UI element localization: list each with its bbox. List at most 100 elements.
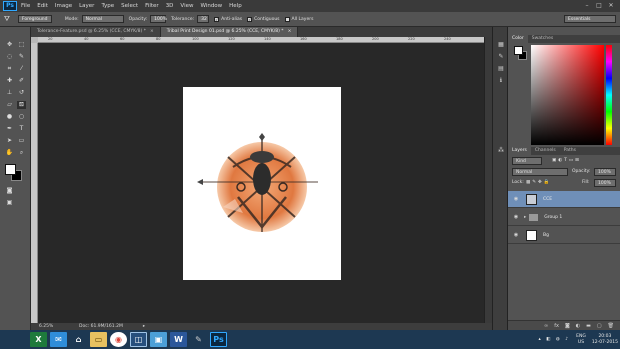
color-picker-field[interactable] bbox=[531, 45, 604, 145]
menu-file[interactable]: File bbox=[21, 3, 30, 9]
mode-select[interactable]: Normal bbox=[81, 15, 124, 23]
expand-arrow-icon[interactable]: ▸ bbox=[524, 215, 526, 220]
menu-select[interactable]: Select bbox=[121, 3, 138, 9]
quick-select-tool-icon[interactable]: ✎ bbox=[17, 53, 26, 61]
healing-tool-icon[interactable]: ✚ bbox=[5, 77, 14, 85]
chrome-icon[interactable]: ◉ bbox=[110, 332, 127, 347]
input-language[interactable]: ENG US bbox=[576, 334, 586, 346]
layer-name[interactable]: Bg bbox=[543, 233, 549, 238]
tolerance-input[interactable]: 32 bbox=[197, 15, 210, 23]
paint-icon[interactable]: ✎ bbox=[190, 332, 207, 347]
eyedropper-tool-icon[interactable]: ⁄ bbox=[17, 65, 26, 73]
hand-tool-icon[interactable]: ✋ bbox=[5, 149, 14, 157]
layer-style-icon[interactable]: fx bbox=[554, 323, 559, 329]
history-icon[interactable]: ▦ bbox=[497, 41, 505, 48]
tab-color[interactable]: Color bbox=[508, 35, 528, 43]
adjustments-icon[interactable]: ▤ bbox=[497, 65, 505, 72]
brush-presets-icon[interactable]: ⁂ bbox=[497, 147, 505, 154]
tab-paths[interactable]: Paths bbox=[560, 147, 580, 155]
eraser-tool-icon[interactable]: ▱ bbox=[5, 101, 14, 109]
move-tool-icon[interactable]: ✥ bbox=[5, 41, 14, 49]
close-button[interactable]: ✕ bbox=[605, 2, 617, 10]
link-layers-icon[interactable]: ∞ bbox=[544, 323, 548, 329]
layer-row-cce[interactable]: ◉ CCE bbox=[508, 191, 620, 208]
trash-icon[interactable]: 🗑 bbox=[608, 323, 614, 329]
dodge-tool-icon[interactable]: ○ bbox=[17, 113, 26, 121]
photoshop-taskbar-icon[interactable]: Ps bbox=[210, 332, 227, 347]
menu-window[interactable]: Window bbox=[200, 3, 222, 9]
history-brush-tool-icon[interactable]: ↺ bbox=[17, 89, 26, 97]
crop-tool-icon[interactable]: ⌗ bbox=[5, 65, 14, 73]
word-icon[interactable]: W bbox=[170, 332, 187, 347]
contiguous-checkbox[interactable]: ✓ bbox=[247, 16, 253, 22]
opacity-input[interactable]: 100% bbox=[150, 15, 167, 23]
vertical-scrollbar[interactable] bbox=[484, 37, 492, 323]
filter-kind-select[interactable]: Kind bbox=[512, 157, 542, 165]
file-explorer-icon[interactable]: ▭ bbox=[90, 332, 107, 347]
menu-help[interactable]: Help bbox=[229, 3, 242, 9]
panel-foreground-swatch[interactable] bbox=[514, 46, 523, 55]
rectangle-tool-icon[interactable]: ▭ bbox=[17, 137, 26, 145]
outlook-icon[interactable]: ✉ bbox=[50, 332, 67, 347]
blur-tool-icon[interactable]: ● bbox=[5, 113, 14, 121]
meeting-app-icon[interactable]: ◫ bbox=[130, 332, 147, 347]
tab-swatches[interactable]: Swatches bbox=[528, 35, 558, 43]
close-tab-icon[interactable]: × bbox=[150, 29, 154, 34]
new-group-icon[interactable]: ▬ bbox=[586, 323, 591, 329]
tab-channels[interactable]: Channels bbox=[531, 147, 560, 155]
anti-alias-checkbox[interactable]: ✓ bbox=[214, 16, 220, 22]
eye-icon[interactable]: ◉ bbox=[512, 196, 520, 202]
excel-icon[interactable]: X bbox=[30, 332, 47, 347]
home-icon[interactable]: ⌂ bbox=[70, 332, 87, 347]
menu-filter[interactable]: Filter bbox=[145, 3, 159, 9]
new-layer-icon[interactable]: ▢ bbox=[597, 323, 602, 329]
menu-layer[interactable]: Layer bbox=[79, 3, 94, 9]
zoom-level[interactable]: 6.25% bbox=[39, 324, 69, 329]
lasso-tool-icon[interactable]: ◌ bbox=[5, 53, 14, 61]
hue-slider[interactable] bbox=[606, 45, 612, 145]
lock-icons[interactable]: ▩✎✥🔒 bbox=[526, 180, 551, 185]
marquee-tool-icon[interactable]: ⬚ bbox=[17, 41, 26, 49]
menu-image[interactable]: Image bbox=[55, 3, 72, 9]
menu-type[interactable]: Type bbox=[101, 3, 114, 9]
properties-icon[interactable]: ✎ bbox=[497, 53, 505, 60]
tab-layers[interactable]: Layers bbox=[508, 147, 531, 155]
clock[interactable]: 20:03 12-07-2015 bbox=[592, 334, 618, 346]
layer-name[interactable]: Group 1 bbox=[544, 215, 562, 220]
menu-edit[interactable]: Edit bbox=[37, 3, 48, 9]
menu-view[interactable]: View bbox=[180, 3, 193, 9]
brush-tool-icon[interactable]: ✐ bbox=[17, 77, 26, 85]
tray-icons[interactable]: ▴ ◧ ◍ ♪ bbox=[539, 337, 571, 342]
type-tool-icon[interactable]: T bbox=[17, 125, 26, 133]
menu-3d[interactable]: 3D bbox=[166, 3, 174, 9]
zoom-tool-icon[interactable]: ⌕ bbox=[17, 149, 26, 157]
maximize-button[interactable]: □ bbox=[593, 2, 605, 10]
foreground-color-swatch[interactable] bbox=[5, 164, 16, 175]
quick-mask-icon[interactable]: ◙ bbox=[5, 187, 14, 195]
screen-mode-icon[interactable]: ▣ bbox=[5, 199, 14, 207]
document-canvas[interactable] bbox=[183, 87, 341, 280]
layer-name[interactable]: CCE bbox=[543, 197, 552, 202]
eye-icon[interactable]: ◉ bbox=[512, 232, 520, 238]
blend-mode-select[interactable]: Normal bbox=[512, 168, 568, 176]
pen-tool-icon[interactable]: ✒ bbox=[5, 125, 14, 133]
layer-opacity-input[interactable]: 100% bbox=[594, 168, 616, 176]
tab-tribal-print-design[interactable]: Tribal Print Design 01.psd @ 6.25% (CCE,… bbox=[160, 27, 299, 37]
path-select-tool-icon[interactable]: ➤ bbox=[5, 137, 14, 145]
workspace-select[interactable]: Essentials bbox=[564, 15, 616, 23]
filter-icons[interactable]: ▣◐T▭⊞ bbox=[552, 158, 581, 163]
status-arrow-icon[interactable]: ▸ bbox=[143, 324, 145, 329]
eye-icon[interactable]: ◉ bbox=[512, 214, 520, 220]
adjustment-layer-icon[interactable]: ◐ bbox=[576, 323, 580, 329]
close-tab-icon[interactable]: × bbox=[288, 29, 292, 34]
add-mask-icon[interactable]: ◙ bbox=[565, 323, 570, 329]
layer-row-bg[interactable]: ◉ Bg bbox=[508, 227, 620, 244]
all-layers-checkbox[interactable] bbox=[284, 16, 290, 22]
photos-icon[interactable]: ▣ bbox=[150, 332, 167, 347]
layer-fill-input[interactable]: 100% bbox=[594, 179, 616, 187]
paint-bucket-tool-icon[interactable]: ⛾ bbox=[17, 101, 26, 109]
layer-row-group-1[interactable]: ◉ ▸ Group 1 bbox=[508, 209, 620, 226]
tab-tolerance-feature[interactable]: Tolerance-Feature.psd @ 6.25% (CCE, CMYK… bbox=[31, 27, 161, 37]
info-icon[interactable]: ℹ bbox=[497, 77, 505, 84]
clone-stamp-tool-icon[interactable]: ⊥ bbox=[5, 89, 14, 97]
